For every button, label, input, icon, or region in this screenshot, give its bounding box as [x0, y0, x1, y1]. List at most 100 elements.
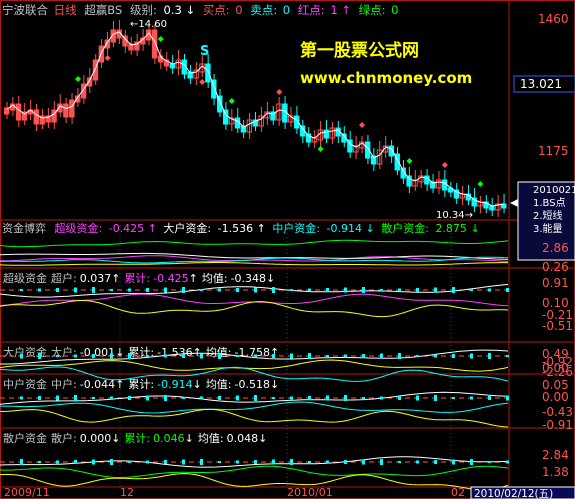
indicator-avg-label: 均值: [198, 432, 224, 445]
buy-label: 买点: [203, 3, 230, 17]
indicator-panel-2[interactable]: 大户资金 大户: -0.001↓ 累计: -1.536↑ 均值: -1.758↑ 0.490.… [0, 345, 573, 382]
indicator-bar [380, 289, 383, 291]
indicator-cum-label: 累计: [128, 378, 154, 391]
indicator-bar [56, 355, 59, 357]
indicator-bar [326, 395, 329, 401]
indicator-bar [74, 287, 77, 293]
signal-diamond [317, 146, 324, 152]
indicator-arrow: ↓ [115, 346, 124, 359]
indicator-panel-4[interactable]: 散户资金 散户: 0.000↓ 累计: 0.046↓ 均值: 0.048↓2.841.38 [0, 431, 569, 491]
signal-diamond [199, 79, 206, 85]
indicator-bar [254, 354, 257, 358]
date-label-4: 02 [451, 486, 465, 499]
indicator-bar [506, 288, 509, 292]
indicator-line [0, 300, 509, 318]
red-label: 红点: [298, 3, 325, 17]
fund-game-panel[interactable]: 资金博弈 超级资金: -0.425 ↑ 大户资金: -1.536 ↑ 中户资金:… [0, 221, 569, 274]
indicator-title: 超级资金 [3, 271, 47, 285]
sell-signal-s: S [200, 44, 209, 59]
indicator-arrow: ↓ [111, 432, 120, 445]
indicator-bar [416, 395, 419, 401]
tooltip-line-1: 1.BS点 [533, 197, 566, 209]
indicator-bar [488, 288, 491, 292]
indicator-avg-arrow: ↓ [270, 378, 279, 391]
indicator-bar [146, 355, 149, 357]
date-label-3: 2010/01 [287, 486, 333, 499]
indicator-bar [488, 461, 491, 463]
indicator-bar [398, 288, 401, 292]
level-value: 0.3 [164, 3, 182, 17]
indicator-bar [272, 354, 275, 358]
candle-body [169, 63, 176, 69]
indicator-value: 0.000 [80, 432, 112, 445]
signal-diamond [276, 89, 283, 95]
indicator-bar [398, 461, 401, 463]
candle-body [323, 129, 329, 139]
indicator-bar [434, 354, 437, 358]
indicator-bar [506, 355, 509, 357]
indicator-bar [416, 460, 419, 464]
indicator-bar [20, 459, 23, 465]
signal-diamond [441, 162, 448, 168]
indicator-bar [362, 287, 365, 293]
indicator-bar [506, 460, 509, 464]
indicator-bar [362, 459, 365, 465]
super-fund-value: -0.425 [109, 222, 144, 235]
candlesticks [4, 20, 507, 217]
current-price: 13.021 [520, 77, 562, 91]
big-fund-label: 大户资金: [163, 221, 211, 235]
indicator-axis-label: -0.51 [542, 319, 573, 333]
price-panel[interactable] [4, 20, 507, 217]
indicator-bar [470, 289, 473, 291]
indicator-bar [254, 395, 257, 401]
indicator-name-label: 大户: [51, 345, 77, 359]
indicator-bar [308, 461, 311, 463]
indicator-bar [398, 353, 401, 359]
indicator-avg-label: 均值: [206, 378, 232, 391]
date-label-2: 12 [120, 486, 134, 499]
indicator-bar [182, 459, 185, 465]
indicator-bar [218, 396, 221, 400]
indicator-bar [488, 396, 491, 400]
red-arrow: ↑ [341, 3, 351, 17]
indicator-cum-label: 累计: [124, 272, 150, 285]
level-label: 级别: [130, 3, 157, 17]
stock-chart-window[interactable]: 第一股票公式网 www.chnmoney.com 宁波联合 日线 超赢BS 级别… [0, 0, 575, 499]
indicator-bar [74, 354, 77, 358]
indicator-bar [290, 396, 293, 400]
indicator-bar [326, 355, 329, 357]
low-price-label: 10.34→ [436, 210, 473, 221]
indicator-bar [416, 355, 419, 357]
indicator-bar [236, 395, 239, 401]
sell-value: 0 [283, 3, 290, 17]
retail-fund-value: 2.875 [435, 222, 467, 235]
indicator-bar [344, 460, 347, 464]
indicator-bar [452, 459, 455, 465]
current-date: 2010/02/12(五) [474, 488, 553, 499]
indicator-axis-label: 0.91 [542, 276, 569, 290]
indicator-bar [128, 461, 131, 463]
indicator-bar [110, 459, 113, 465]
indicator-bar [452, 287, 455, 293]
indicator-name-label: 散户: [51, 431, 77, 445]
indicator-bar [362, 354, 365, 358]
indicator-bar [20, 396, 23, 400]
main-header: 宁波联合 日线 超赢BS 级别: 0.3 ↓ 买点: 0 卖点: 0 红点: 1… [2, 3, 398, 17]
indicator-bar [470, 353, 473, 359]
indicator-bar [218, 353, 221, 359]
indicator-cum-value: -0.425 [153, 272, 188, 285]
super-fund-label: 超级资金: [55, 221, 103, 235]
indicator-bar [326, 460, 329, 464]
indicator-header: 中户资金 中户: -0.044↑ 累计: -0.914↓ 均值: -0.518↓ [3, 377, 279, 391]
indicator-axis-label: -0.43 [542, 405, 573, 419]
indicator-bar [146, 288, 149, 292]
indicator-bar [38, 396, 41, 400]
indicator-axis-label: 2.84 [542, 448, 569, 462]
indicator-title: 中户资金 [3, 377, 47, 391]
signal-diamond [157, 36, 164, 42]
indicator-bar [38, 461, 41, 463]
indicator-title: 散户资金 [3, 431, 47, 445]
indicator-cum-arrow: ↑ [189, 272, 198, 285]
indicator-bar [218, 288, 221, 292]
fund-game-line [0, 239, 509, 248]
